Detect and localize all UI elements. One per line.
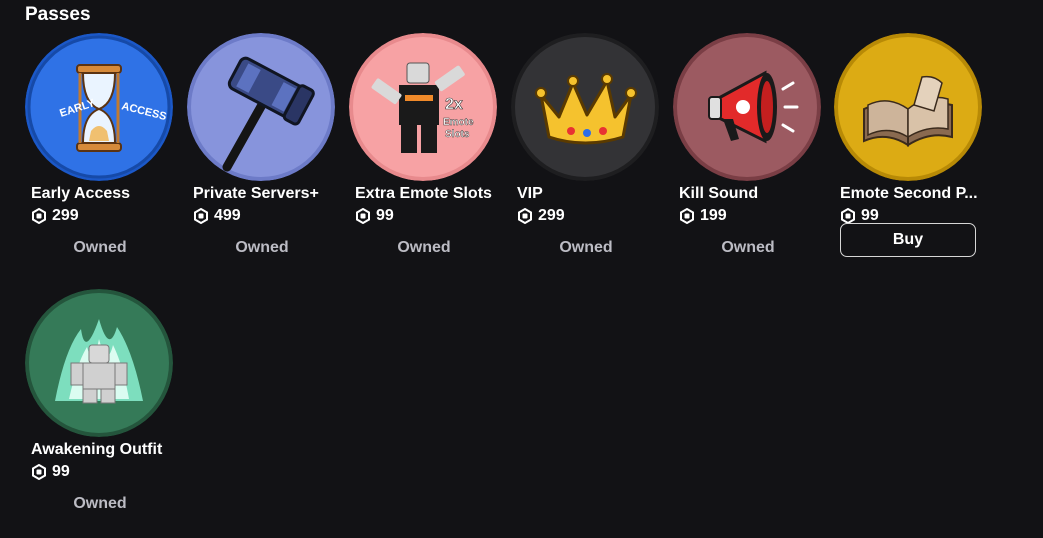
pass-thumbnail[interactable]: EARLY ACCESS <box>25 33 173 181</box>
pass-name: Early Access <box>31 185 131 202</box>
pass-name: Extra Emote Slots <box>355 185 492 202</box>
pass-card-kill-sound[interactable]: Kill Sound 199 Owned <box>673 33 823 256</box>
pass-thumbnail[interactable] <box>834 33 982 181</box>
pass-name: Private Servers+ <box>193 185 319 202</box>
robux-icon <box>841 208 855 224</box>
price-value: 99 <box>52 463 70 480</box>
svg-text:Emote: Emote <box>443 117 474 128</box>
pass-card-awakening-outfit[interactable]: Awakening Outfit 99 Owned <box>25 289 175 512</box>
price-value: 299 <box>538 207 565 224</box>
pass-name: Kill Sound <box>679 185 759 202</box>
owned-status: Owned <box>235 239 289 256</box>
pass-thumbnail[interactable] <box>673 33 821 181</box>
pass-price: 99 <box>355 207 394 225</box>
pass-card-emote-second[interactable]: Emote Second P... 99 Buy <box>834 33 984 257</box>
owned-status: Owned <box>397 239 451 256</box>
pass-card-early-access[interactable]: EARLY ACCESS Early Access 299 Owned <box>25 33 175 256</box>
robux-icon <box>32 208 46 224</box>
owned-status: Owned <box>73 239 127 256</box>
pass-thumbnail[interactable] <box>25 289 173 437</box>
pass-thumbnail[interactable]: 2x Emote Slots <box>349 33 497 181</box>
pass-card-private-servers[interactable]: Private Servers+ 499 Owned <box>187 33 337 256</box>
pass-name: Emote Second P... <box>840 185 978 202</box>
price-value: 99 <box>376 207 394 224</box>
pass-card-extra-emote-slots[interactable]: 2x Emote Slots Extra Emote Slots 99 Owne… <box>349 33 499 256</box>
pass-card-vip[interactable]: VIP 299 Owned <box>511 33 661 256</box>
pass-price: 299 <box>31 207 79 225</box>
pass-thumbnail[interactable] <box>187 33 335 181</box>
pass-price: 99 <box>31 463 70 481</box>
svg-text:Slots: Slots <box>445 129 470 140</box>
robux-icon <box>356 208 370 224</box>
robux-icon <box>32 464 46 480</box>
pass-price: 299 <box>517 207 565 225</box>
robux-icon <box>194 208 208 224</box>
section-title: Passes <box>25 4 91 25</box>
pass-price: 199 <box>679 207 727 225</box>
owned-status: Owned <box>73 495 127 512</box>
pass-name: Awakening Outfit <box>31 441 163 458</box>
svg-text:2x: 2x <box>445 96 463 113</box>
owned-status: Owned <box>721 239 775 256</box>
pass-price: 499 <box>193 207 241 225</box>
robux-icon <box>518 208 532 224</box>
price-value: 499 <box>214 207 241 224</box>
price-value: 199 <box>700 207 727 224</box>
pass-thumbnail[interactable] <box>511 33 659 181</box>
price-value: 299 <box>52 207 79 224</box>
buy-button[interactable]: Buy <box>840 223 976 257</box>
pass-name: VIP <box>517 185 543 202</box>
owned-status: Owned <box>559 239 613 256</box>
robux-icon <box>680 208 694 224</box>
